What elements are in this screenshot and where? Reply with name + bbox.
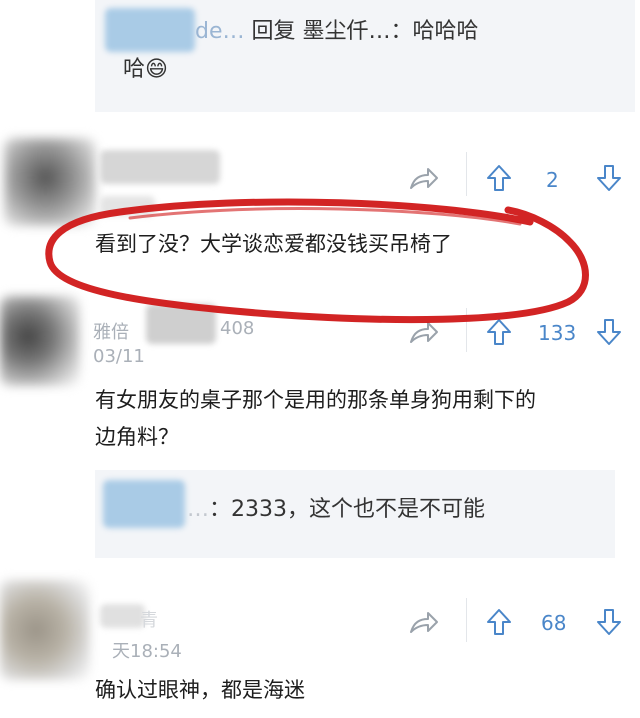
- red-circle-annotation: [45, 198, 589, 324]
